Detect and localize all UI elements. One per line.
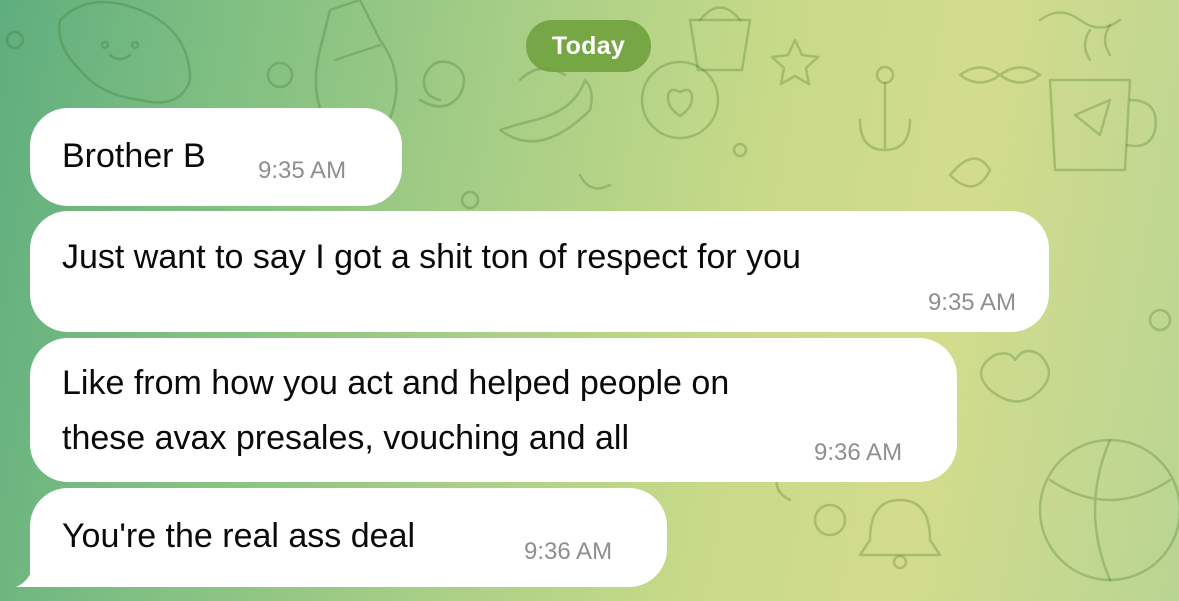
apple-icon	[980, 349, 1050, 403]
message-text: Just want to say I got a shit ton of res…	[62, 238, 801, 276]
message-timestamp: 9:35 AM	[258, 157, 347, 184]
anchor-icon	[858, 65, 912, 152]
message-timestamp: 9:36 AM	[524, 538, 613, 565]
bow-icon	[958, 66, 1042, 84]
message-timestamp: 9:36 AM	[814, 439, 903, 466]
mug-icon	[1048, 23, 1157, 172]
leaf-icon	[948, 157, 992, 188]
message-timestamp: 9:35 AM	[927, 289, 1016, 316]
ball-icon	[1038, 438, 1179, 582]
message-bubble[interactable]: Brother B 9:35 AM	[30, 108, 402, 206]
message-text: You're the real ass deal	[62, 517, 416, 555]
bell-icon	[858, 498, 942, 570]
message-bubble[interactable]: Like from how you act and helped people …	[30, 338, 957, 482]
message-text: Brother B	[62, 137, 206, 175]
message-bubble[interactable]: You're the real ass deal 9:36 AM	[30, 488, 667, 587]
cat-icon	[57, 0, 192, 104]
message-text-line: Like from how you act and helped people …	[62, 364, 730, 402]
spiral-icon	[418, 60, 466, 108]
heart-icon	[640, 60, 720, 140]
message-bubble[interactable]: Just want to say I got a shit ton of res…	[30, 211, 1049, 332]
message-text: Like from how you act and helped people …	[62, 356, 729, 466]
bubble-tail-icon	[16, 548, 58, 587]
banana-icon	[498, 67, 593, 143]
cup-icon	[688, 6, 752, 72]
message-text-line: these avax presales, vouching and all	[62, 419, 630, 457]
star-icon	[770, 38, 820, 86]
date-separator-label: Today	[551, 31, 626, 60]
date-separator-pill: Today	[526, 20, 651, 72]
